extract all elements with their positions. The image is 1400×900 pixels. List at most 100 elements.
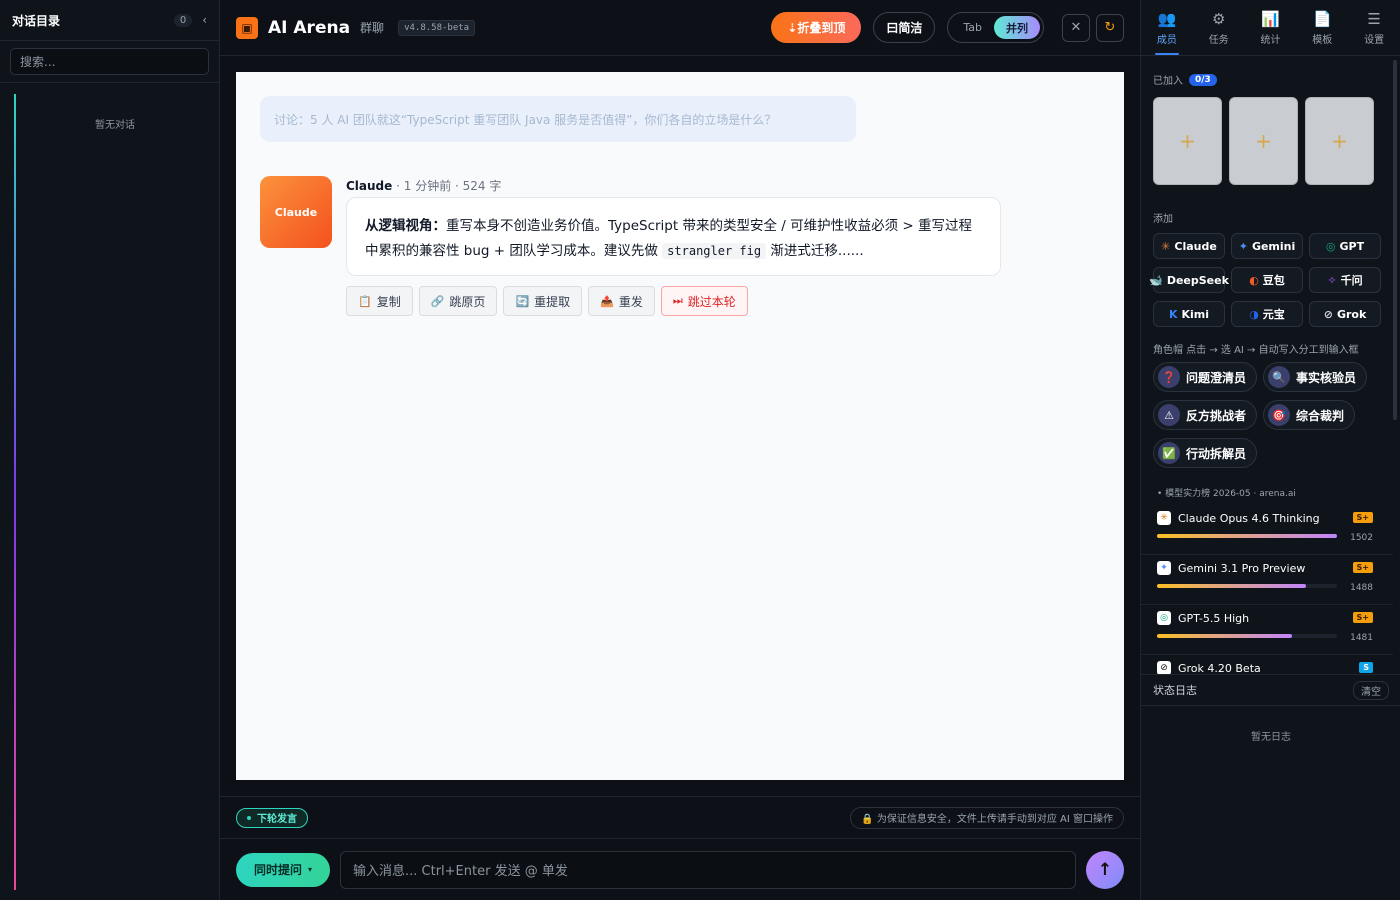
add-yuanbao-button[interactable]: ◑ 元宝	[1231, 301, 1303, 327]
empty-conversations-text: 暂无对话	[95, 120, 135, 131]
warning-icon: ⚠	[1158, 404, 1180, 426]
leaderboard-header: • 模型实力榜 2026-05 · arena.ai	[1157, 489, 1296, 499]
conversation-count-badge: 0	[173, 13, 193, 27]
tab-tasks[interactable]: ⚙ 任务	[1193, 0, 1245, 55]
add-gpt-button[interactable]: ◎ GPT	[1309, 233, 1381, 259]
leaderboard-row: ✳ Claude Opus 4.6 Thinking S+ 1502	[1141, 505, 1393, 555]
layout-tab-option[interactable]: Tab	[951, 16, 994, 39]
copy-button[interactable]: 📋 复制	[346, 286, 413, 316]
document-icon: 📄	[1312, 9, 1332, 28]
add-deepseek-button[interactable]: 🐋 DeepSeek	[1149, 267, 1229, 293]
score-bar	[1157, 584, 1337, 588]
message-time-length: · 1 分钟前 · 524 字	[392, 179, 502, 193]
joined-label: 已加入	[1153, 76, 1183, 87]
claude-icon: ✳	[1157, 511, 1171, 525]
ask-all-button[interactable]: 同时提问 ▾	[236, 852, 330, 887]
tier-badge: S+	[1352, 512, 1373, 523]
joined-count-badge: 0/3	[1189, 73, 1217, 86]
leaderboard-model-name: Claude Opus 4.6 Thinking	[1178, 511, 1320, 525]
kimi-icon: K	[1168, 307, 1178, 321]
resend-label: 重发	[618, 294, 643, 309]
conversation-search-input[interactable]: 搜索...	[10, 48, 209, 75]
version-badge: v4.8.58-beta	[398, 19, 476, 36]
tab-settings[interactable]: ☰ 设置	[1348, 0, 1400, 55]
add-gemini-button[interactable]: ✦ Gemini	[1231, 233, 1303, 259]
conversation-sidebar: 对话目录 0 ‹ 搜索... 暂无对话	[0, 0, 220, 900]
jump-source-label: 跳原页	[449, 294, 486, 309]
score-bar-fill	[1157, 634, 1292, 638]
message-author: Claude	[346, 179, 393, 193]
tab-templates[interactable]: 📄 模板	[1296, 0, 1348, 55]
role-judge-button[interactable]: 🎯 综合裁判	[1263, 400, 1356, 430]
roles-section-label: 角色帽 点击 → 选 AI → 自动写入分工到输入框	[1153, 345, 1359, 356]
layout-mode-toggle: Tab 并列	[947, 12, 1044, 43]
ask-all-label: 同时提问	[253, 863, 302, 877]
members-icon: 👥	[1157, 9, 1177, 28]
model-add-grid: ✳ Claude ✦ Gemini ◎ GPT 🐋 DeepSeek ◐ 豆包 ✧ 千问 K…	[1141, 233, 1393, 327]
app-title: AI Arena	[268, 17, 351, 38]
role-name: 事实核验员	[1296, 370, 1357, 385]
role-challenger-button[interactable]: ⚠ 反方挑战者	[1153, 400, 1258, 430]
refresh-icon[interactable]: ↻	[1096, 13, 1124, 42]
next-speaker-bar: 下轮发言 🔒 为保证信息安全，文件上传请手动到对应 AI 窗口操作	[220, 796, 1140, 838]
add-doubao-button[interactable]: ◐ 豆包	[1231, 267, 1303, 293]
question-icon: ❓	[1158, 366, 1180, 388]
gemini-icon: ✦	[1157, 561, 1171, 575]
status-dot-icon	[247, 815, 251, 820]
robot-icon: ▣	[236, 16, 258, 39]
jump-source-button[interactable]: 🔗 跳原页	[418, 286, 498, 316]
skip-round-button[interactable]: ⏭ 跳过本轮	[660, 286, 748, 316]
tier-badge: S+	[1352, 612, 1373, 623]
doubao-icon: ◐	[1249, 273, 1259, 287]
panel-scrollbar[interactable]	[1393, 60, 1397, 420]
message-input[interactable]: 输入消息... Ctrl+Enter 发送 @ 单发	[340, 850, 1076, 889]
refresh-small-icon: 🔄	[515, 294, 530, 308]
send-button[interactable]: ↑	[1086, 850, 1124, 889]
role-name: 反方挑战者	[1186, 408, 1247, 423]
status-log-title: 状态日志	[1153, 684, 1197, 697]
add-kimi-button[interactable]: K Kimi	[1153, 301, 1225, 327]
member-slot[interactable]: +	[1305, 97, 1374, 185]
model-name: GPT	[1339, 239, 1365, 253]
chart-icon: 📊	[1261, 9, 1280, 28]
score-value: 1502	[1350, 533, 1373, 543]
next-speaker-badge[interactable]: 下轮发言	[236, 807, 308, 828]
role-fact-checker-button[interactable]: 🔍 事实核验员	[1263, 362, 1368, 392]
gpt-icon: ◎	[1157, 611, 1171, 625]
simple-mode-button[interactable]: 曰简洁	[873, 12, 936, 43]
mute-icon[interactable]: ✕	[1062, 13, 1090, 42]
checkmark-icon: ✅	[1158, 442, 1180, 464]
collapse-sidebar-icon[interactable]: ‹	[202, 13, 207, 27]
skip-round-label: 跳过本轮	[687, 294, 736, 309]
resend-button[interactable]: 📤 重发	[588, 286, 655, 316]
yuanbao-icon: ◑	[1249, 307, 1259, 321]
fold-to-top-button[interactable]: ⇣折叠到顶	[771, 12, 862, 43]
member-slot[interactable]: +	[1229, 97, 1298, 185]
grok-icon: ⊘	[1323, 307, 1333, 321]
score-value: 1488	[1350, 583, 1373, 593]
sliders-icon: ☰	[1367, 9, 1381, 28]
leaderboard-row: ✦ Gemini 3.1 Pro Preview S+ 1488	[1141, 555, 1393, 605]
leaderboard-model: ⊘ Grok 4.20 Beta	[1157, 661, 1261, 674]
re-extract-button[interactable]: 🔄 重提取	[503, 286, 583, 316]
claude-icon: ✳	[1161, 239, 1171, 253]
role-action-planner-button[interactable]: ✅ 行动拆解员	[1153, 438, 1258, 468]
tab-stats[interactable]: 📊 统计	[1245, 0, 1297, 55]
app: 对话目录 0 ‹ 搜索... 暂无对话 ▣ AI Arena 群聊 v4.8.5…	[0, 0, 1400, 900]
member-slot[interactable]: +	[1153, 97, 1222, 185]
role-clarifier-button[interactable]: ❓ 问题澄清员	[1153, 362, 1258, 392]
model-name: Claude	[1174, 239, 1217, 253]
leaderboard-model-name: GPT-5.5 High	[1178, 611, 1250, 625]
score-bar-fill	[1157, 584, 1307, 588]
link-icon: 🔗	[430, 294, 445, 308]
clear-log-button[interactable]: 清空	[1353, 680, 1389, 700]
tab-members[interactable]: 👥 成员	[1141, 0, 1193, 55]
member-slots: + + +	[1141, 97, 1393, 185]
add-claude-button[interactable]: ✳ Claude	[1153, 233, 1225, 259]
add-qianwen-button[interactable]: ✧ 千问	[1309, 267, 1381, 293]
score-bar	[1157, 534, 1337, 538]
add-grok-button[interactable]: ⊘ Grok	[1309, 301, 1381, 327]
layout-parallel-option[interactable]: 并列	[994, 16, 1040, 39]
right-panel-tabs: 👥 成员 ⚙ 任务 📊 统计 📄 模板 ☰ 设置	[1141, 0, 1400, 56]
leaderboard-row: ◎ GPT-5.5 High S+ 1481	[1141, 605, 1393, 655]
